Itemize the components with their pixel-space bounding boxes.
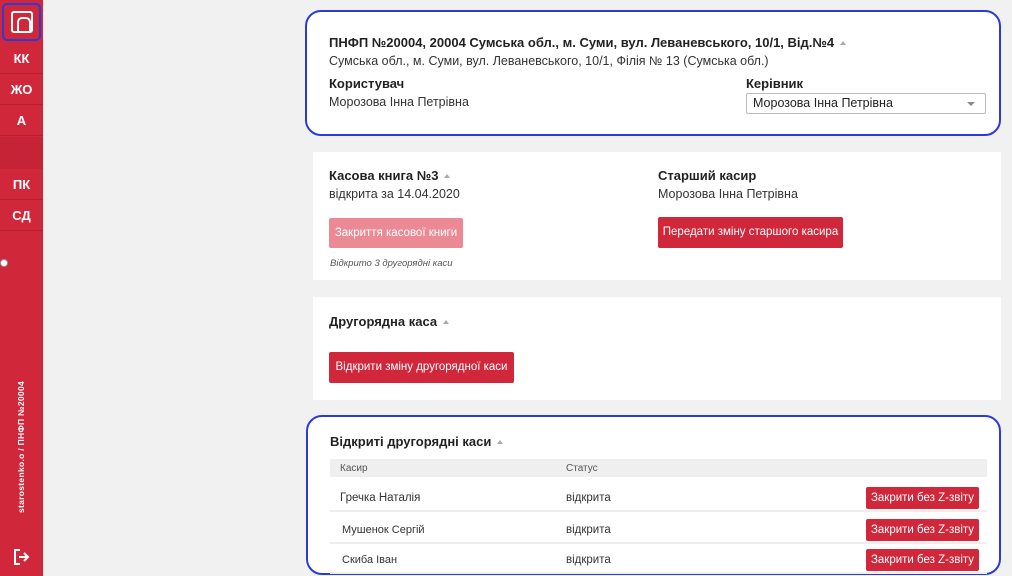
user-caption: starostenko.o / ПНФП №20004	[4, 372, 38, 522]
collapse-caret-icon[interactable]	[443, 319, 450, 324]
cashbook-title-text: Касова книга №3	[329, 168, 439, 183]
sidebar: КК ЖО А ПК СД starostenko.o / ПНФП №2000…	[0, 0, 43, 576]
home-logo-button[interactable]	[2, 3, 41, 41]
cashier-status: відкрита	[566, 554, 611, 566]
senior-cashier-value: Морозова Інна Петрівна	[658, 187, 798, 201]
branch-title-text: ПНФП №20004, 20004 Сумська обл., м. Суми…	[329, 35, 835, 50]
user-value: Морозова Інна Петрівна	[329, 95, 469, 109]
open-secondary-title-text: Відкриті другорядні каси	[330, 434, 492, 449]
column-cashier: Касир	[340, 463, 368, 474]
collapse-caret-icon[interactable]	[497, 439, 504, 444]
column-status: Статус	[566, 463, 598, 474]
logo-icon	[11, 11, 33, 33]
secondary-title: Другорядна каса	[329, 314, 450, 329]
cashbook-title: Касова книга №3	[329, 168, 451, 183]
cashier-status: відкрита	[566, 492, 611, 504]
table-row: Гречка Наталія відкрита Закрити без Z-зв…	[330, 486, 987, 512]
table-header: Касир Статус	[330, 459, 987, 477]
collapse-caret-icon[interactable]	[444, 173, 451, 178]
manager-label: Керівник	[746, 76, 804, 91]
branch-subtitle: Сумська обл., м. Суми, вул. Леваневськог…	[329, 54, 769, 68]
resize-handle[interactable]	[0, 259, 8, 267]
secondary-card: Другорядна каса Відкрити зміну другорядн…	[313, 297, 1001, 400]
open-secondary-card: Відкриті другорядні каси Касир Статус Гр…	[306, 415, 1001, 575]
close-without-z-report-button[interactable]: Закрити без Z-звіту	[866, 549, 979, 571]
logout-icon[interactable]	[13, 548, 31, 566]
transfer-senior-shift-button[interactable]: Передати зміну старшого касира	[658, 217, 843, 248]
close-cashbook-button[interactable]: Закриття касової книги	[329, 218, 463, 248]
close-without-z-report-button[interactable]: Закрити без Z-звіту	[866, 519, 979, 541]
open-secondary-shift-button[interactable]: Відкрити зміну другорядної каси	[329, 352, 514, 383]
table-row: Мушенок Сергій відкрита Закрити без Z-зв…	[330, 518, 987, 544]
sidebar-item-kk[interactable]: КК	[0, 44, 43, 74]
sidebar-item-pk[interactable]: ПК	[0, 170, 43, 200]
manager-select-value: Морозова Інна Петрівна	[753, 96, 893, 110]
cashbook-opened: відкрита за 14.04.2020	[329, 187, 460, 201]
cashier-name: Скиба Іван	[342, 554, 398, 566]
collapse-caret-icon[interactable]	[840, 40, 847, 45]
sidebar-item-zho[interactable]: ЖО	[0, 75, 43, 105]
cashier-name: Гречка Наталія	[340, 492, 421, 504]
cashier-status: відкрита	[566, 524, 611, 536]
secondary-title-text: Другорядна каса	[329, 314, 438, 329]
sidebar-spacer	[0, 137, 43, 169]
cashier-name: Мушенок Сергій	[342, 524, 425, 536]
branch-card: ПНФП №20004, 20004 Сумська обл., м. Суми…	[305, 10, 1001, 136]
user-label: Користувач	[329, 76, 405, 91]
user-caption-text: starostenko.o / ПНФП №20004	[16, 380, 26, 514]
chevron-down-icon	[967, 102, 975, 106]
branch-title: ПНФП №20004, 20004 Сумська обл., м. Суми…	[329, 35, 847, 50]
senior-cashier-label: Старший касир	[658, 168, 757, 183]
open-secondary-title: Відкриті другорядні каси	[330, 434, 504, 449]
sidebar-item-sd[interactable]: СД	[0, 201, 43, 231]
close-without-z-report-button[interactable]: Закрити без Z-звіту	[866, 487, 979, 509]
cashbook-card: Касова книга №3 відкрита за 14.04.2020 З…	[313, 152, 1001, 280]
table-row: Скиба Іван відкрита Закрити без Z-звіту	[330, 548, 987, 574]
manager-select[interactable]: Морозова Інна Петрівна	[746, 93, 986, 114]
sidebar-item-a[interactable]: А	[0, 106, 43, 136]
cashbook-note: Відкрито 3 другорядні каси	[330, 258, 453, 269]
